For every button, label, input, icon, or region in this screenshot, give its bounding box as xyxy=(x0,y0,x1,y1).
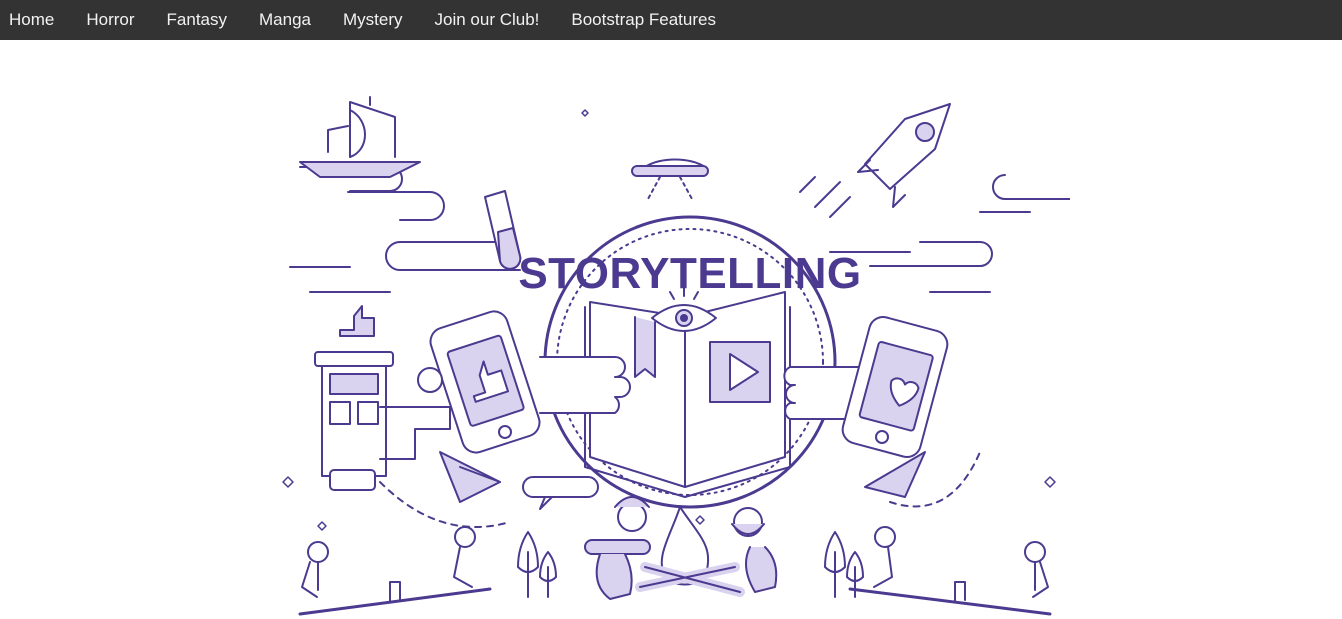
storytelling-illustration: STORYTELLING xyxy=(270,92,1070,619)
phone-left-icon xyxy=(429,310,541,454)
test-tube-icon xyxy=(484,190,522,270)
ship-icon xyxy=(299,96,421,178)
paper-plane-left xyxy=(439,451,501,503)
hero-title: STORYTELLING xyxy=(518,249,861,298)
nav-manga[interactable]: Manga xyxy=(243,0,327,40)
trees xyxy=(517,531,864,598)
rocket-icon xyxy=(799,103,951,218)
top-navbar: Home Horror Fantasy Manga Mystery Join o… xyxy=(0,0,1342,40)
nav-join-club[interactable]: Join our Club! xyxy=(419,0,556,40)
nav-home[interactable]: Home xyxy=(0,0,70,40)
nav-horror[interactable]: Horror xyxy=(70,0,150,40)
nav-fantasy[interactable]: Fantasy xyxy=(151,0,243,40)
seesaw-right xyxy=(848,526,1052,616)
seesaw-left xyxy=(298,526,492,616)
nav-bootstrap-features[interactable]: Bootstrap Features xyxy=(555,0,732,40)
hand-left xyxy=(539,356,631,414)
phone-right-icon xyxy=(841,316,949,458)
nav-mystery[interactable]: Mystery xyxy=(327,0,419,40)
campfire-icon xyxy=(635,506,745,597)
paper-plane-right xyxy=(864,451,926,498)
ufo-icon xyxy=(631,158,709,200)
